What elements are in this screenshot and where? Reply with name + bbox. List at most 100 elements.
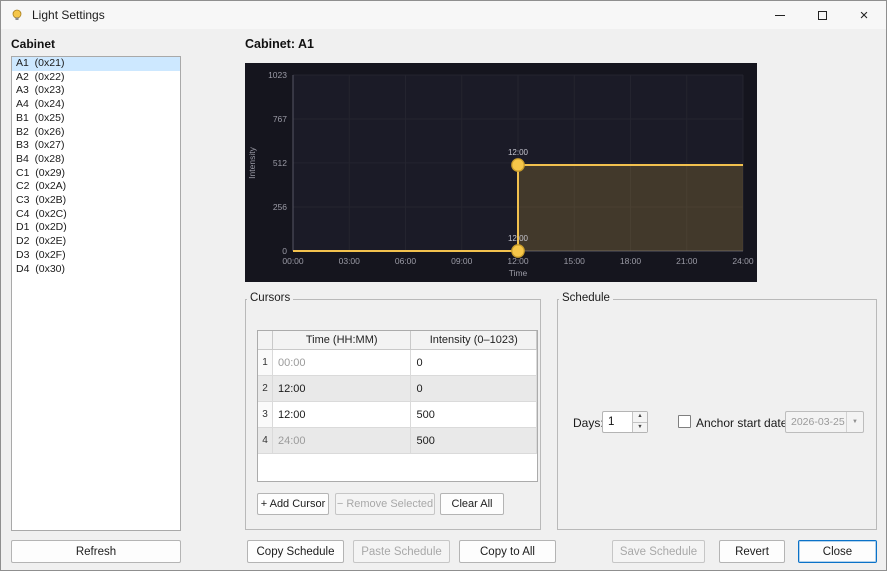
- column-header-intensity[interactable]: Intensity (0–1023): [411, 331, 537, 350]
- anchor-date-value: 2026-03-25: [791, 416, 845, 428]
- refresh-button[interactable]: Refresh: [11, 540, 181, 563]
- cabinet-list[interactable]: A1 (0x21) A2 (0x22) A3 (0x23) A4 (0x24) B1 (…: [11, 56, 181, 531]
- svg-text:12:00: 12:00: [508, 234, 529, 243]
- anchor-date-picker[interactable]: 2026-03-25 ▼: [785, 411, 864, 433]
- cabinet-list-item[interactable]: D3 (0x2F): [12, 249, 180, 263]
- cursor-row: 1 00:00 0: [258, 350, 537, 376]
- cursor-row: 2 12:00 0: [258, 376, 537, 402]
- row-number: 3: [258, 402, 273, 428]
- svg-text:767: 767: [273, 114, 287, 124]
- window-close-button[interactable]: ×: [843, 1, 885, 29]
- svg-text:256: 256: [273, 202, 287, 212]
- days-label: Days:: [573, 416, 604, 430]
- close-icon: ×: [859, 6, 869, 24]
- cursors-group-label: Cursors: [247, 292, 294, 304]
- close-button[interactable]: Close: [798, 540, 877, 563]
- cabinet-list-item[interactable]: A4 (0x24): [12, 98, 180, 112]
- anchor-date-label: Anchor start date:: [696, 416, 791, 430]
- minimize-icon: [775, 14, 785, 16]
- cabinet-list-item[interactable]: A3 (0x23): [12, 84, 180, 98]
- cabinet-list-item[interactable]: D4 (0x30): [12, 263, 180, 277]
- days-spinbox[interactable]: 1 ▲ ▼: [602, 411, 648, 433]
- intensity-chart[interactable]: 0 256 512 767 1023 00:00 03:00 06:00 09:00 12:00 1…: [245, 63, 757, 282]
- copy-schedule-button[interactable]: Copy Schedule: [247, 540, 344, 563]
- cursor-intensity-cell[interactable]: 0: [411, 376, 537, 402]
- svg-text:09:00: 09:00: [451, 256, 473, 266]
- add-cursor-button[interactable]: + Add Cursor: [257, 493, 329, 515]
- cursor-time-cell[interactable]: 12:00: [272, 402, 412, 428]
- cabinet-list-item[interactable]: C1 (0x29): [12, 167, 180, 181]
- cursor-table-header: Time (HH:MM) Intensity (0–1023): [258, 331, 537, 350]
- cabinet-list-item[interactable]: D2 (0x2E): [12, 235, 180, 249]
- cursor-row: 3 12:00 500: [258, 402, 537, 428]
- table-corner: [258, 331, 273, 350]
- cursors-group: Cursors Time (HH:MM) Intensity (0–1023) 1 0…: [245, 292, 541, 530]
- svg-text:1023: 1023: [268, 70, 287, 80]
- cabinet-list-item[interactable]: A1 (0x21): [12, 57, 180, 71]
- cabinet-panel-label: Cabinet: [11, 37, 56, 51]
- days-value[interactable]: 1: [603, 412, 632, 432]
- svg-text:15:00: 15:00: [564, 256, 586, 266]
- svg-text:512: 512: [273, 158, 287, 168]
- remove-selected-button[interactable]: − Remove Selected: [335, 493, 435, 515]
- paste-schedule-button[interactable]: Paste Schedule: [353, 540, 450, 563]
- svg-text:00:00: 00:00: [282, 256, 304, 266]
- cabinet-list-item[interactable]: A2 (0x22): [12, 71, 180, 85]
- cursor-intensity-cell[interactable]: 500: [411, 428, 537, 454]
- cursor-intensity-cell[interactable]: 0: [411, 350, 537, 376]
- row-number: 1: [258, 350, 273, 376]
- save-schedule-button[interactable]: Save Schedule: [612, 540, 705, 563]
- schedule-group-label: Schedule: [559, 292, 613, 304]
- cabinet-list-item[interactable]: C3 (0x2B): [12, 194, 180, 208]
- days-spin-down-button[interactable]: ▼: [633, 422, 647, 432]
- cabinet-list-item[interactable]: D1 (0x2D): [12, 221, 180, 235]
- cursor-row: 4 24:00 500: [258, 428, 537, 454]
- svg-text:21:00: 21:00: [676, 256, 698, 266]
- dropdown-arrow-icon: ▼: [852, 419, 858, 425]
- row-number: 4: [258, 428, 273, 454]
- svg-text:03:00: 03:00: [339, 256, 361, 266]
- svg-text:Intensity: Intensity: [247, 146, 257, 178]
- svg-text:Time: Time: [509, 268, 528, 278]
- svg-text:12:00: 12:00: [508, 148, 529, 157]
- svg-text:0: 0: [282, 246, 287, 256]
- cabinet-header: Cabinet: A1: [245, 37, 314, 51]
- days-spin-up-button[interactable]: ▲: [633, 412, 647, 423]
- chart-svg: 0 256 512 767 1023 00:00 03:00 06:00 09:00 12:00 1…: [247, 70, 754, 278]
- maximize-icon: [817, 10, 827, 20]
- maximize-button[interactable]: [801, 1, 843, 29]
- minimize-button[interactable]: [759, 1, 801, 29]
- cabinet-list-item[interactable]: B3 (0x27): [12, 139, 180, 153]
- date-dropdown-button[interactable]: ▼: [846, 412, 863, 432]
- row-number: 2: [258, 376, 273, 402]
- clear-all-button[interactable]: Clear All: [440, 493, 504, 515]
- days-spin-arrows: ▲ ▼: [632, 412, 647, 432]
- cursor-time-cell[interactable]: 12:00: [272, 376, 412, 402]
- cabinet-list-item[interactable]: B1 (0x25): [12, 112, 180, 126]
- svg-text:24:00: 24:00: [732, 256, 754, 266]
- svg-text:06:00: 06:00: [395, 256, 417, 266]
- svg-text:18:00: 18:00: [620, 256, 642, 266]
- window-controls: ×: [759, 1, 885, 29]
- cabinet-list-item[interactable]: C2 (0x2A): [12, 180, 180, 194]
- spin-up-icon: ▲: [637, 413, 643, 419]
- anchor-date-checkbox[interactable]: [678, 415, 691, 428]
- copy-to-all-button[interactable]: Copy to All: [459, 540, 556, 563]
- cursor-marker[interactable]: [511, 244, 525, 258]
- cursor-time-cell[interactable]: 00:00: [272, 350, 412, 376]
- schedule-group: Schedule Days: 1 ▲ ▼ Anchor start date: …: [557, 292, 877, 530]
- cabinet-list-item[interactable]: B2 (0x26): [12, 126, 180, 140]
- lightbulb-app-icon: [10, 8, 24, 22]
- cursor-marker[interactable]: [511, 158, 525, 172]
- column-header-time[interactable]: Time (HH:MM): [272, 331, 412, 350]
- cursor-table[interactable]: Time (HH:MM) Intensity (0–1023) 1 00:00 0 2 12…: [257, 330, 538, 482]
- cursor-time-cell[interactable]: 24:00: [272, 428, 412, 454]
- revert-button[interactable]: Revert: [719, 540, 785, 563]
- titlebar: Light Settings ×: [1, 1, 886, 29]
- window-title: Light Settings: [32, 8, 105, 22]
- cabinet-list-item[interactable]: B4 (0x28): [12, 153, 180, 167]
- cabinet-list-item[interactable]: C4 (0x2C): [12, 208, 180, 222]
- spin-down-icon: ▼: [637, 423, 643, 430]
- light-settings-window: Light Settings × Cabinet A1 (0x21) A2 (0x…: [0, 0, 887, 571]
- cursor-intensity-cell[interactable]: 500: [411, 402, 537, 428]
